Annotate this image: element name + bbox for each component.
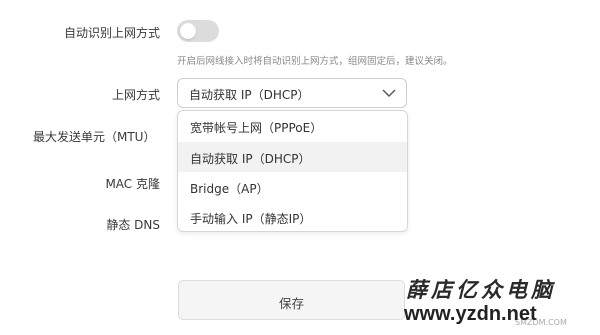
connection-type-select[interactable]: 自动获取 IP（DHCP） (177, 78, 407, 108)
save-button-label: 保存 (278, 296, 304, 311)
mac-clone-label: MAC 克隆 (105, 177, 160, 191)
store-url-watermark: www.yzdn.net (404, 303, 537, 325)
option-static-ip[interactable]: 手动输入 IP（静态IP） (178, 202, 407, 231)
mtu-label: 最大发送单元（MTU） (33, 130, 156, 144)
option-pppoe[interactable]: 宽带帐号上网（PPPoE） (178, 111, 407, 141)
auto-detect-toggle[interactable] (177, 20, 219, 42)
option-label: 宽带帐号上网（PPPoE） (190, 121, 323, 135)
static-dns-label: 静态 DNS (106, 218, 160, 232)
toggle-knob (180, 23, 196, 39)
option-bridge[interactable]: Bridge（AP） (178, 172, 407, 202)
option-label: 手动输入 IP（静态IP） (190, 212, 312, 226)
store-name-watermark: 薛店亿众电脑 (406, 277, 556, 302)
auto-detect-hint: 开启后网线接入时将自动识别上网方式，组网固定后，建议关闭。 (177, 56, 453, 67)
connection-type-dropdown: 宽带帐号上网（PPPoE） 自动获取 IP（DHCP） Bridge（AP） 手… (177, 110, 408, 232)
connection-type-value: 自动获取 IP（DHCP） (189, 88, 310, 102)
option-dhcp[interactable]: 自动获取 IP（DHCP） (178, 142, 407, 172)
option-label: 自动获取 IP（DHCP） (190, 152, 311, 166)
option-label: Bridge（AP） (190, 182, 269, 196)
auto-detect-label: 自动识别上网方式 (63, 26, 160, 40)
connection-type-label: 上网方式 (111, 88, 160, 102)
chevron-down-icon (382, 89, 396, 97)
save-button[interactable]: 保存 (178, 280, 405, 320)
